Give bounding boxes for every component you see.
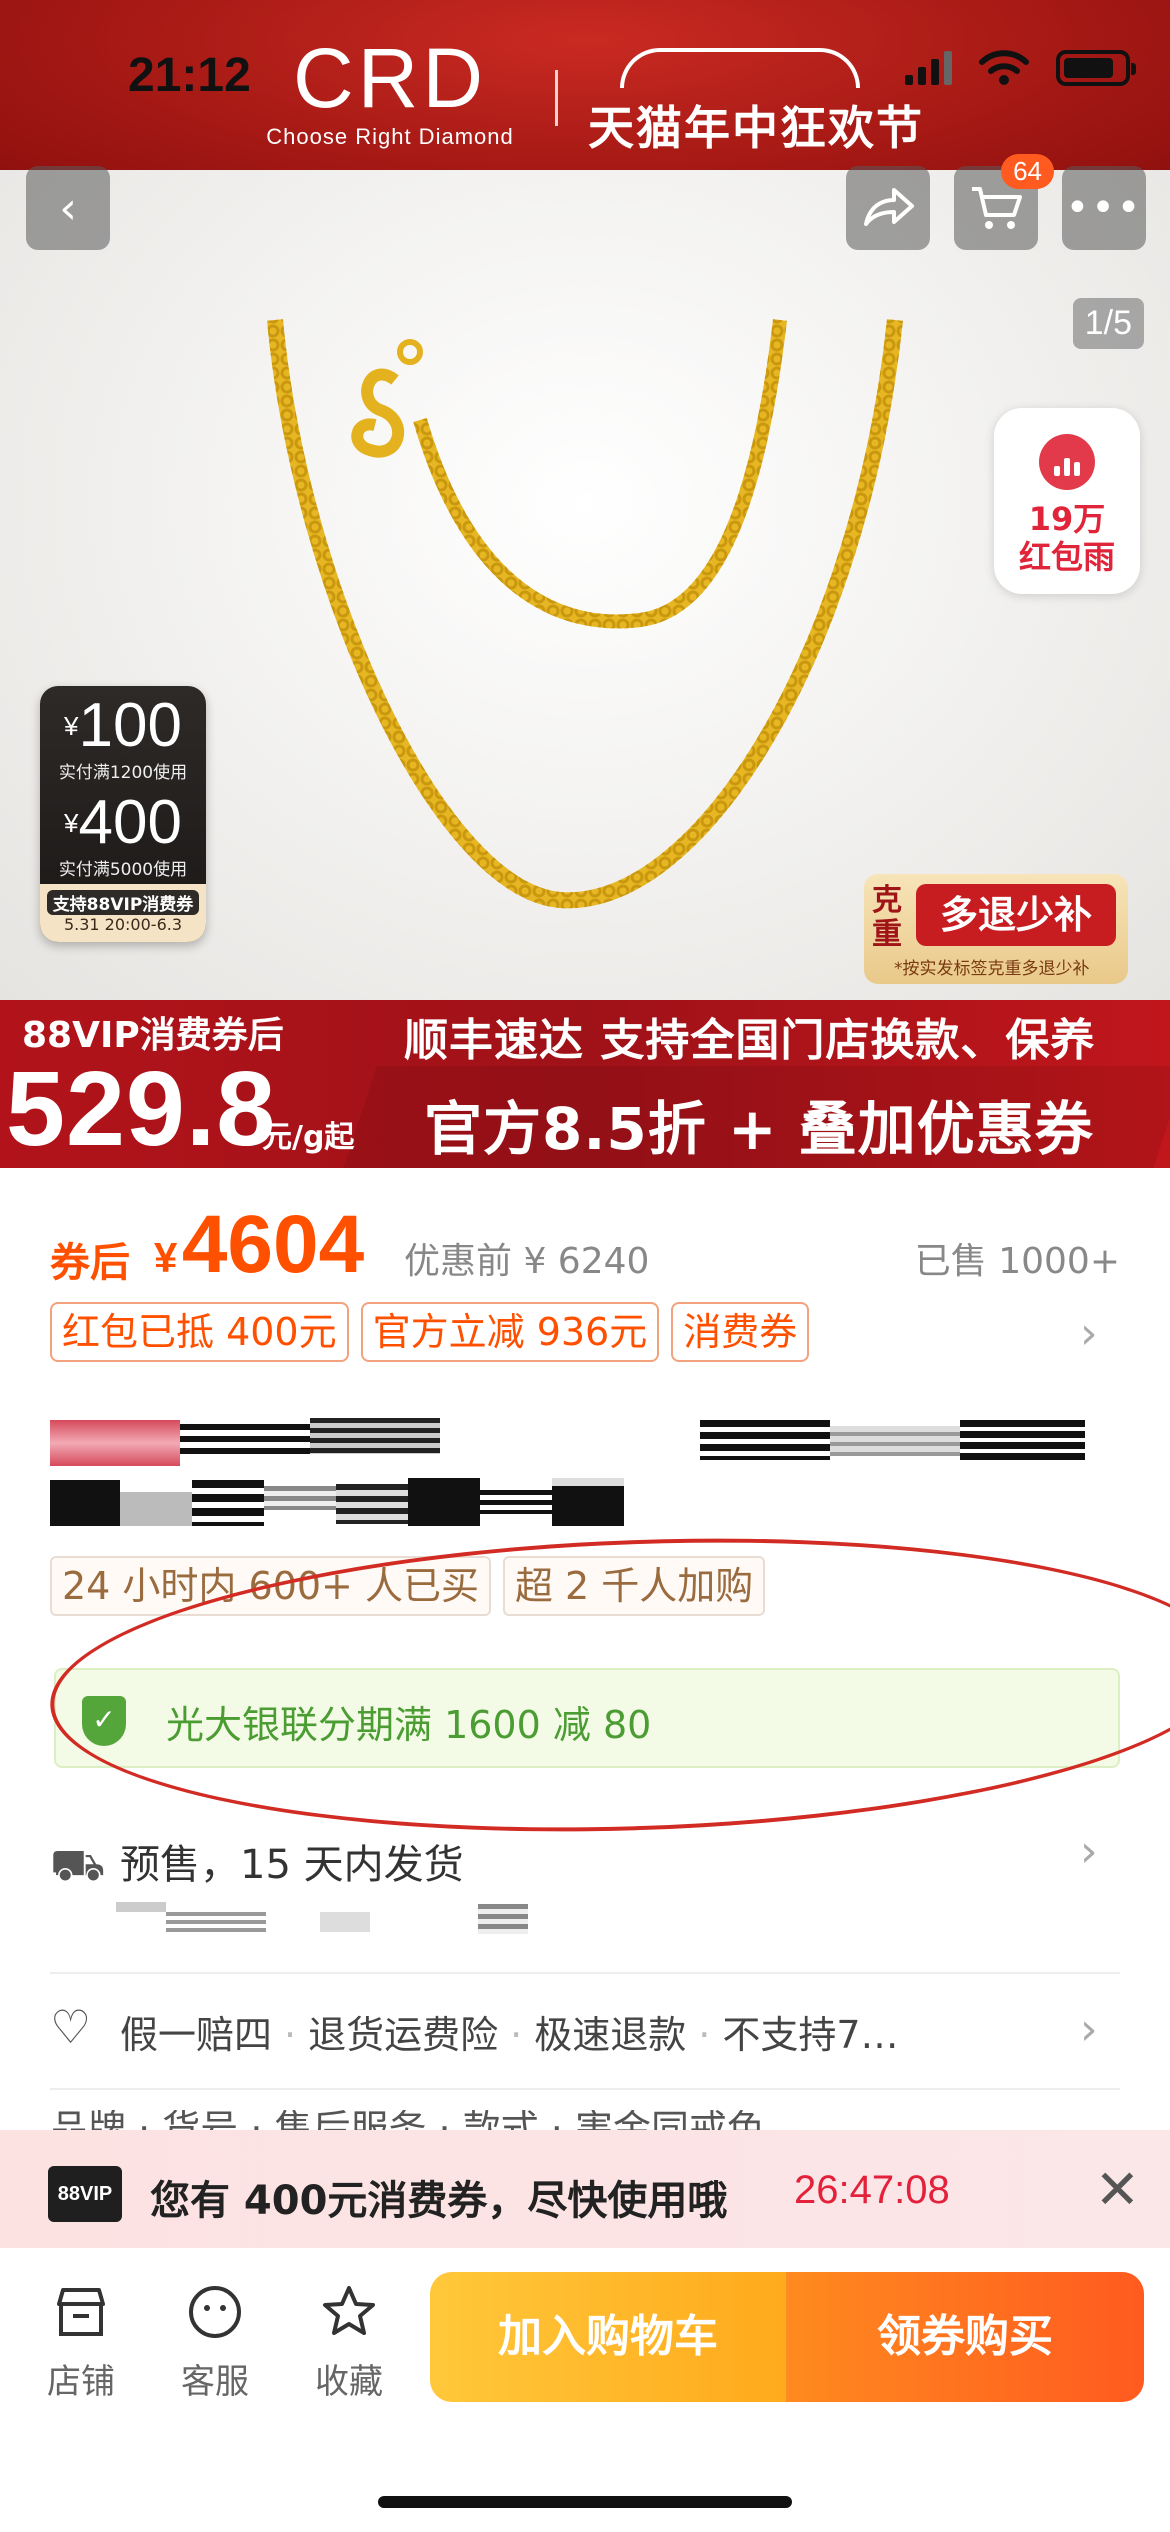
promo-tag: 红包已抵 400元 [50,1302,349,1362]
coupon1-amount: 100 [78,691,182,760]
cart-button[interactable]: 64 [954,154,1054,250]
gallery-page-indicator: 1/5 [1072,298,1144,349]
cart-icon [972,187,1022,229]
promo-tag: 官方立减 936元 [360,1302,660,1362]
weight-refund-badge: 克重 多退少补 *按实发标签克重多退少补 [864,874,1128,984]
share-button[interactable] [846,166,930,250]
wifi-icon [979,50,1029,85]
coupon1-currency: ¥ [64,711,79,741]
customer-service-label: 客服 [181,2362,249,2402]
guarantee-item: 不支持7… [722,2013,899,2057]
chevron-right-icon[interactable]: › [1080,2004,1098,2055]
guarantee-list: 假一赔四 · 退货运费险 · 极速退款 · 不支持7… [120,2013,899,2057]
bottom-action-bar: 店铺 客服 收藏 加入购物车 领券购买 [0,2248,1170,2532]
claim-coupon-buy-button[interactable]: 领券购买 [786,2272,1144,2402]
brand-tagline: Choose Right Diamond [266,124,514,149]
divider [50,1972,1120,1974]
guarantee-item: 退货运费险 [308,2013,499,2057]
vip-badge: 88VIP [48,2166,122,2222]
shop-button[interactable]: 店铺 [26,2282,136,2403]
festival-title: 天猫年中狂欢节 [588,101,924,155]
more-button[interactable]: ••• [1062,166,1146,250]
red-packet-rain-button[interactable]: 19万 红包雨 [994,408,1140,594]
cart-badge: 64 [1001,154,1054,189]
shop-label: 店铺 [47,2362,115,2402]
price-value: 4604 [181,1199,365,1290]
banner-service-text: 顺丰速达 支持全国门店换款、保养 [404,1015,1096,1066]
brand-logo: CRD Choose Right Diamond [255,36,525,150]
sold-count: 已售 1000+ [914,1241,1120,1282]
chat-face-icon [160,2282,270,2346]
unit-price-unit: 元/g起 [262,1120,355,1155]
after-coupon-price: ¥ 4604 [154,1198,364,1292]
status-time: 21:12 [128,49,251,102]
share-icon [864,188,914,226]
coupon-date-range: 5.31 20:00-6.3 [63,915,183,934]
vip-coupon-message: 您有 400元消费券，尽快使用哦 [150,2178,728,2224]
divider [50,2088,1120,2090]
vip-coupon-timer: 26:47:08 [794,2168,950,2212]
store-icon [26,2282,136,2346]
chart-icon [1039,434,1095,490]
back-button[interactable]: ‹ [26,166,110,250]
guarantee-row[interactable]: ♡ 假一赔四 · 退货运费险 · 极速退款 · 不支持7… [50,1998,1120,2064]
star-icon [294,2282,404,2346]
promo-tags[interactable]: 红包已抵 400元 官方立减 936元 消费券 [50,1302,810,1362]
favorite-button[interactable]: 收藏 [294,2282,404,2403]
coupon1-condition: 实付满1200使用 [58,763,188,783]
coupon2-condition: 实付满5000使用 [58,860,188,880]
festival-logo-arc [620,48,860,88]
signal-icon [905,51,952,85]
refund-note: *按实发标签克重多退少补 [894,959,1090,979]
home-indicator [378,2496,792,2508]
shipping-row[interactable]: ⛟ 预售，15 天内发货 [50,1820,1120,1980]
customer-service-button[interactable]: 客服 [160,2282,270,2403]
chevron-left-icon: ‹ [59,182,77,234]
vip-coupon-banner[interactable]: 88VIP 您有 400元消费券，尽快使用哦 26:47:08 ✕ [0,2130,1170,2248]
coupon2-amount: 400 [78,788,182,857]
shipping-text: 预售，15 天内发货 [120,1842,464,1888]
brand-logo-text: CRD [293,31,487,125]
chevron-right-icon[interactable]: › [1080,1308,1098,1359]
favorite-label: 收藏 [315,2362,383,2402]
promo-tag: 消费券 [671,1302,810,1362]
original-price: 优惠前 ¥ 6240 [404,1241,650,1282]
add-to-cart-button[interactable]: 加入购物车 [430,2272,786,2402]
price-currency: ¥ [154,1234,178,1281]
more-icon: ••• [1065,185,1143,231]
guarantee-item: 假一赔四 [120,2013,273,2057]
chevron-right-icon[interactable]: › [1080,1826,1098,1877]
vip-support-label: 支持88VIP消费券 [46,890,200,915]
price-row: 券后 ¥ 4604 优惠前 ¥ 6240 已售 1000+ [50,1196,1120,1290]
refund-main-label: 多退少补 [916,884,1116,946]
guarantee-item: 极速退款 [534,2013,687,2057]
after-coupon-label: 券后 [50,1240,130,1286]
heart-outline-icon: ♡ [50,2000,92,2054]
brand-divider [555,70,558,126]
battery-icon [1056,50,1136,86]
status-icons [905,50,1136,86]
product-hero: 21:12 CRD Choose Right Diamond 天猫年中狂欢节 ‹… [0,0,1170,1168]
red-packet-label: 红包雨 [1018,538,1115,576]
truck-icon: ⛟ [50,1840,106,1891]
unit-price: 529.8 [6,1050,277,1168]
weight-label: 克重 [872,883,902,952]
red-packet-amount: 19万 [1028,500,1106,538]
coupon-overlay: ¥100 实付满1200使用 ¥400 实付满5000使用 支持88VIP消费券… [40,686,206,942]
close-icon[interactable]: ✕ [1095,2158,1140,2221]
banner-discount-text: 官方8.5折 + 叠加优惠券 [424,1095,1094,1163]
price-banner: 88VIP消费券后 529.8 元/g起 顺丰速达 支持全国门店换款、保养 官方… [0,1000,1170,1168]
coupon2-currency: ¥ [64,808,79,838]
